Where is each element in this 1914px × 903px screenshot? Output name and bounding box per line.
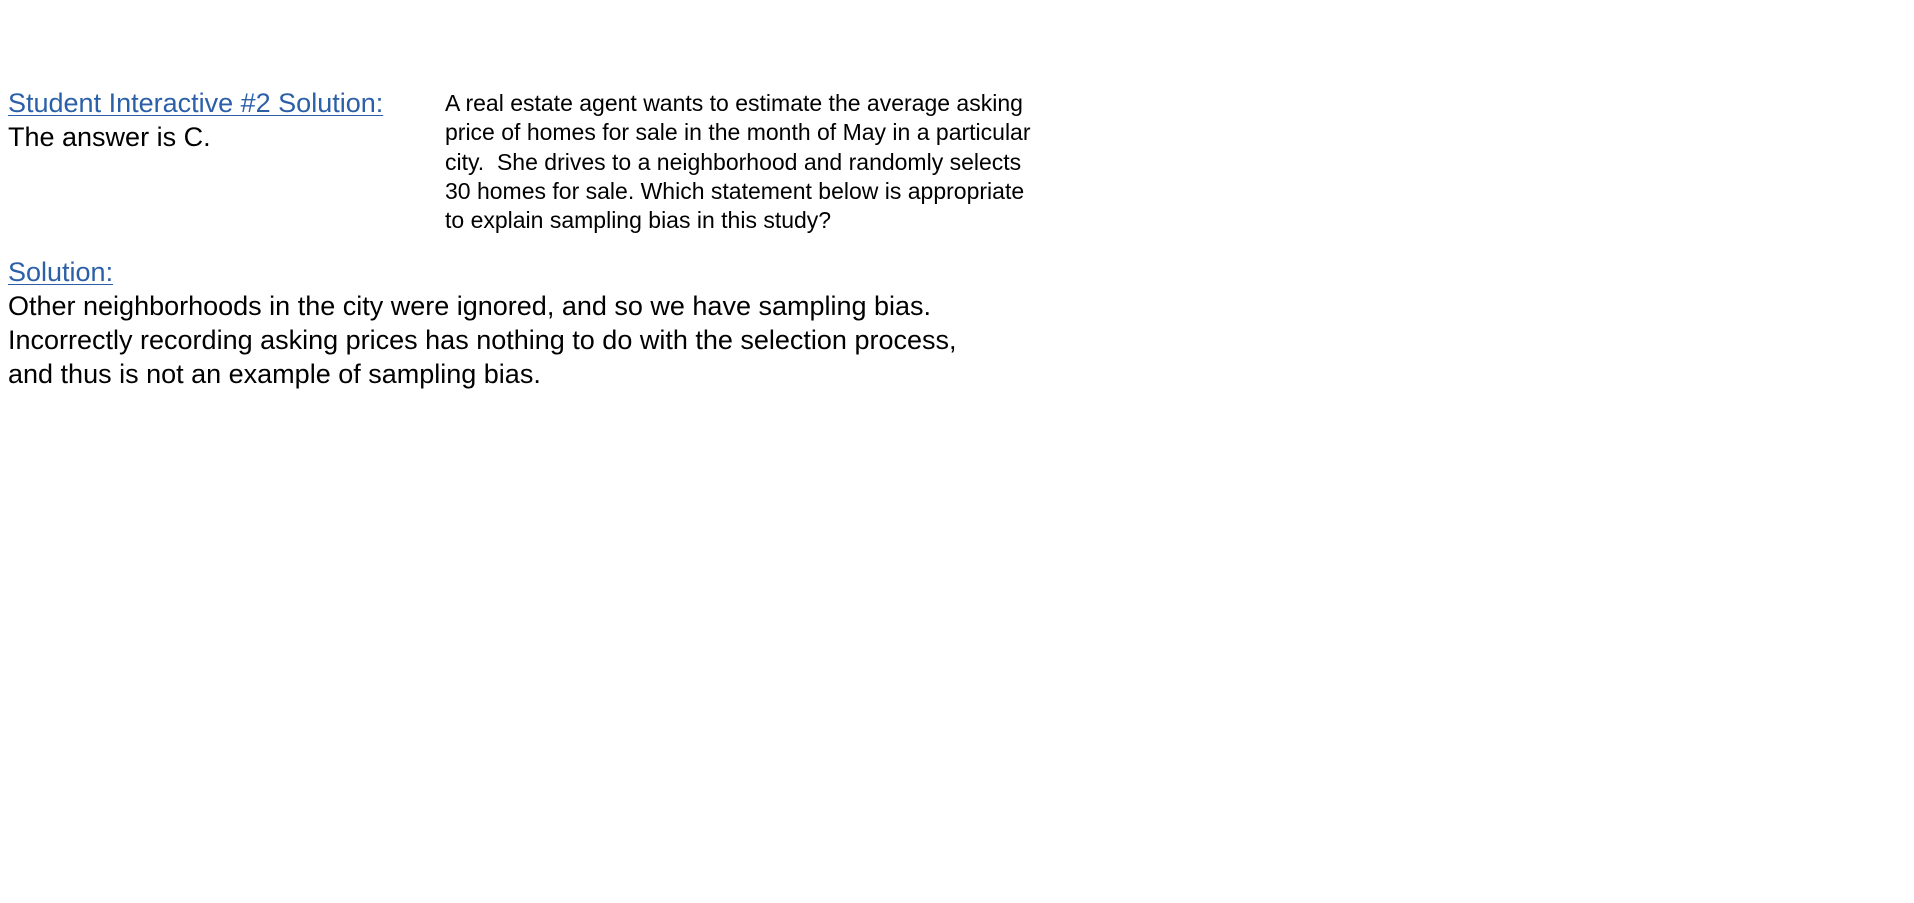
question-line: 30 homes for sale. Which statement below…: [445, 177, 1025, 204]
question-line: A real estate agent wants to estimate th…: [445, 90, 1023, 116]
solution-line: and thus is not an example of sampling b…: [8, 359, 541, 389]
question-line: price of homes for sale in the month of …: [445, 119, 1031, 146]
question-line: city. She drives to a neighborhood and r…: [445, 148, 1022, 175]
question-line: to explain sampling bias in this study?: [445, 207, 832, 234]
solution-line: Other neighborhoods in the city were ign…: [8, 291, 932, 321]
slide-page: Student Interactive #2 Solution: The ans…: [0, 0, 1914, 903]
student-interactive-heading-link[interactable]: Student Interactive #2 Solution:: [8, 86, 383, 120]
solution-heading-link[interactable]: Solution:: [8, 255, 113, 289]
solution-line: Incorrectly recording asking prices has …: [8, 325, 957, 355]
answer-text: The answer is C.: [8, 122, 211, 152]
solution-text-block: Other neighborhoods in the city were ign…: [8, 289, 957, 391]
question-text-block: A real estate agent wants to estimate th…: [445, 89, 1085, 235]
